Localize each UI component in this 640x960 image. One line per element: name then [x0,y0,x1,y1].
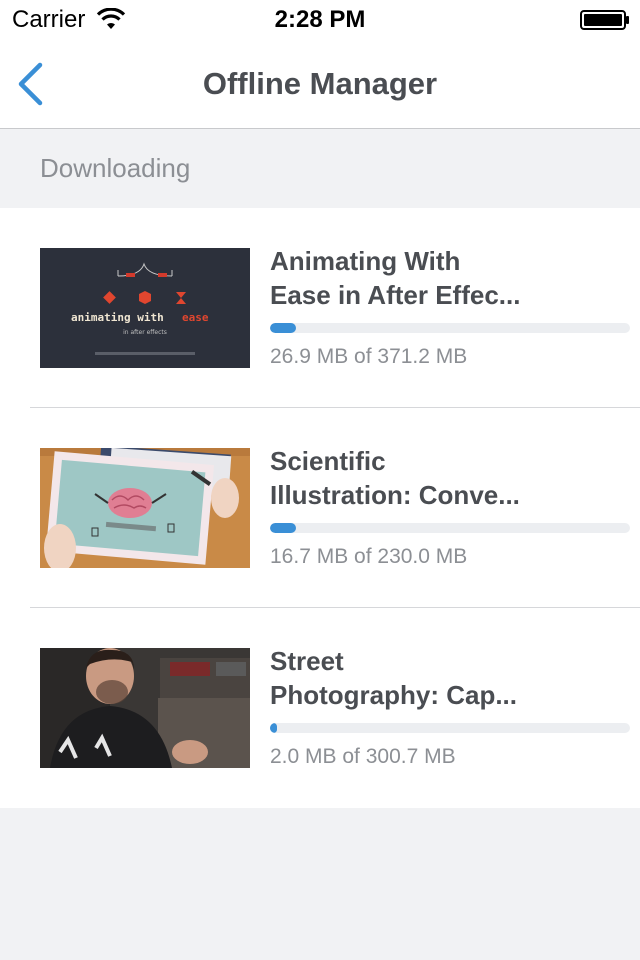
course-thumbnail: animating with ease in after effects [40,248,250,368]
download-size: 26.9 MB of 371.2 MB [270,345,468,368]
page-title: Offline Manager [202,66,438,101]
download-progress-bar [270,323,630,333]
course-title-line: Animating With [270,246,461,276]
download-progress-bar [270,523,630,533]
download-progress-fill [270,323,296,333]
course-title: Street Photography: Cap... [270,644,610,712]
status-time: 2:28 PM [274,6,366,33]
download-item[interactable]: Scientific Illustration: Conve... 16.7 M… [0,408,640,608]
course-title-line: Ease in After Effec... [270,280,521,310]
thumbnail-graphic [40,448,250,568]
status-bar: Carrier 2:28 PM [0,0,640,40]
download-item[interactable]: Street Photography: Cap... 2.0 MB of 300… [0,608,640,808]
course-title: Scientific Illustration: Conve... [270,444,610,512]
course-title-line: Scientific [270,446,386,476]
navigation-bar: Offline Manager [0,40,640,129]
course-title: Animating With Ease in After Effec... [270,244,610,312]
thumbnail-graphic: animating with ease in after effects [40,248,250,368]
course-thumbnail [40,448,250,568]
svg-text:in after effects: in after effects [123,329,167,336]
battery-icon [580,10,629,30]
download-progress-fill [270,723,278,733]
course-title-line: Photography: Cap... [270,680,517,710]
course-title-line: Street [270,646,344,676]
download-size: 2.0 MB of 300.7 MB [270,745,456,768]
download-progress-fill [270,523,297,533]
svg-text:ease: ease [182,311,209,324]
download-list: animating with ease in after effects Ani… [0,208,640,808]
download-size: 16.7 MB of 230.0 MB [270,545,468,568]
section-header: Downloading [0,129,640,208]
course-title-line: Illustration: Conve... [270,480,520,510]
section-title: Downloading [40,153,191,183]
thumbnail-graphic [40,648,250,768]
svg-text:animating with: animating with [71,311,164,324]
download-item[interactable]: animating with ease in after effects Ani… [0,208,640,408]
download-progress-bar [270,723,630,733]
course-thumbnail [40,648,250,768]
